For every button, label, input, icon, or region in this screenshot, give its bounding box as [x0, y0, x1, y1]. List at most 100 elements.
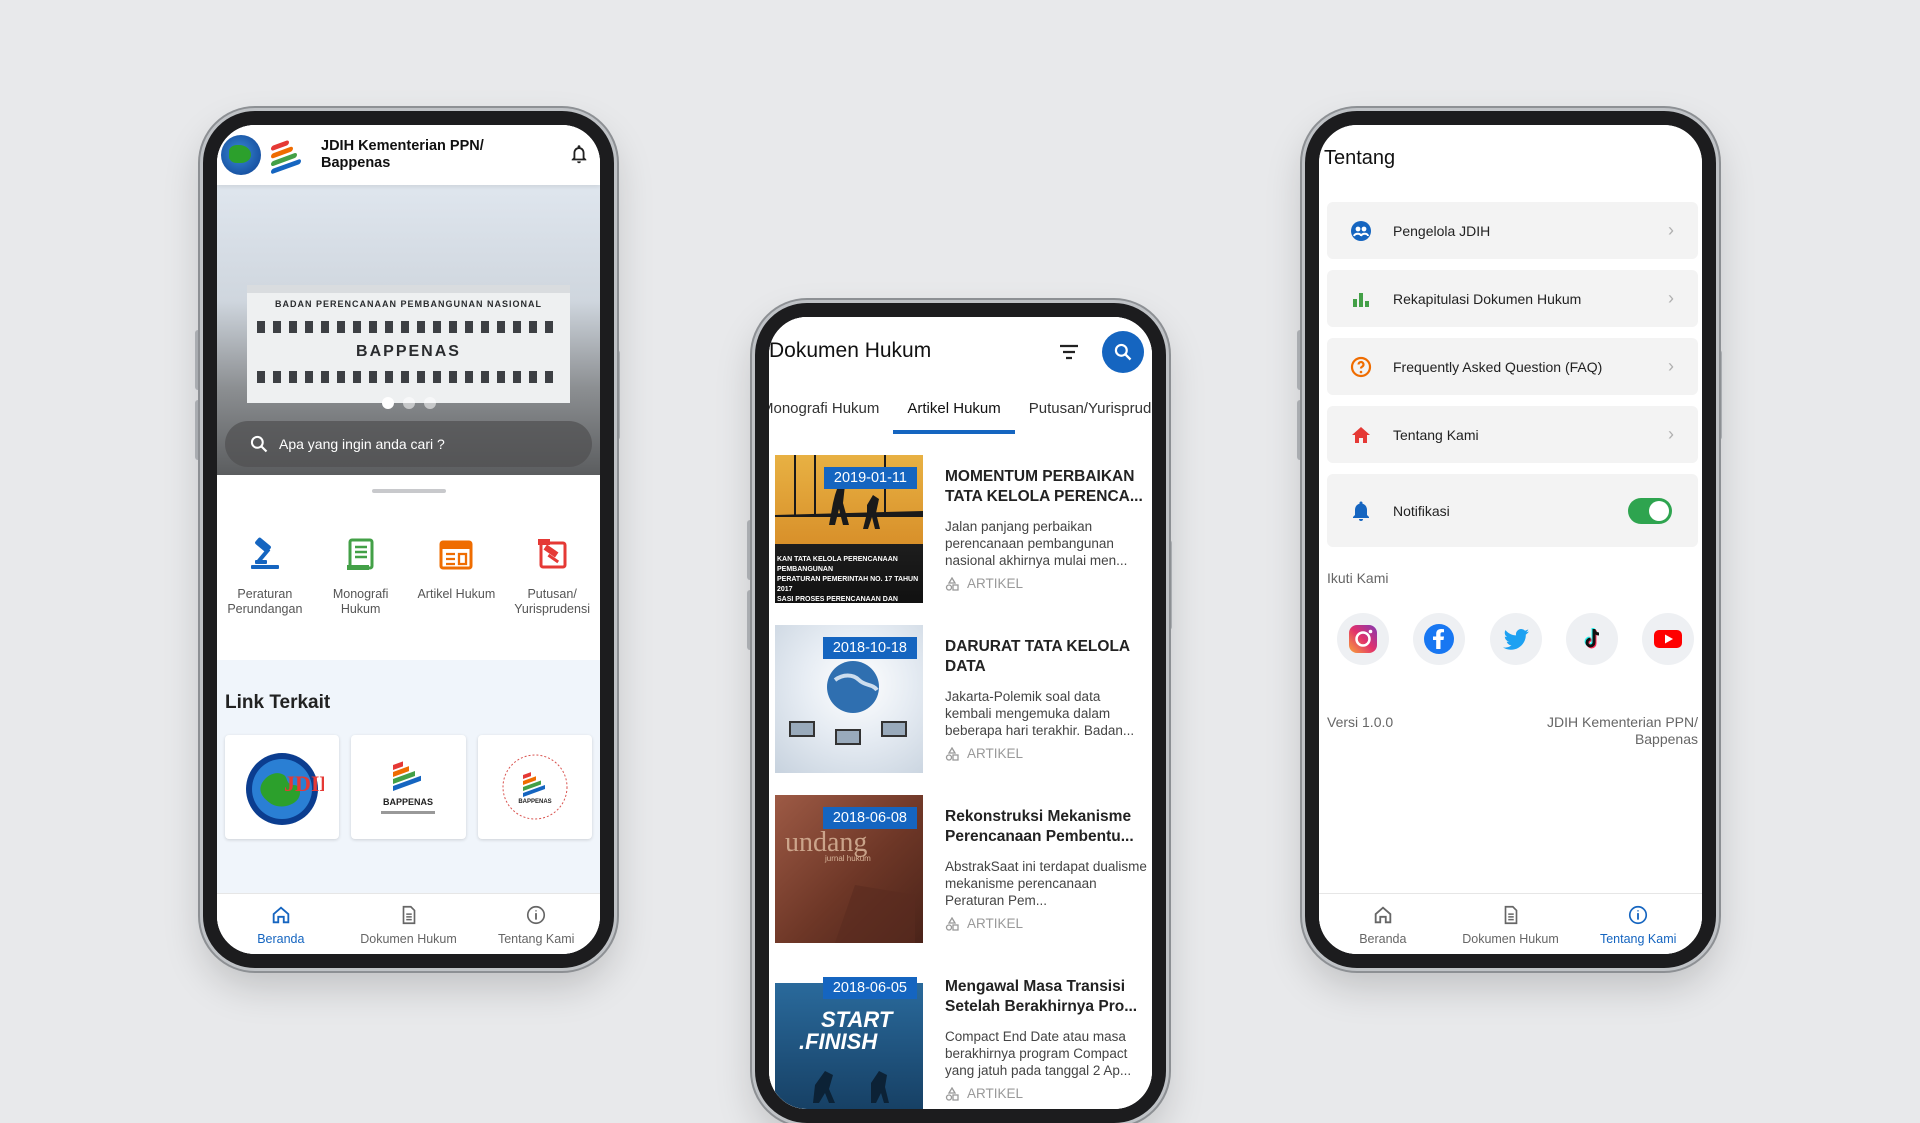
help-icon	[1347, 355, 1375, 379]
article-tag: ARTIKEL	[945, 576, 1023, 591]
category-label: Peraturan Perundangan	[227, 587, 303, 616]
bell-icon[interactable]	[568, 142, 590, 171]
menu-label: Rekapitulasi Dokumen Hukum	[1393, 290, 1582, 307]
shapes-icon	[945, 1086, 959, 1101]
phone-home: JDIH Kementerian PPN/ Bappenas BADAN PER…	[203, 111, 614, 968]
nav-label: Beranda	[257, 932, 305, 946]
link-card-jdih[interactable]: JDIH	[225, 735, 340, 839]
nav-tentang[interactable]: Tentang Kami	[1574, 894, 1702, 954]
carousel-dot[interactable]	[402, 397, 415, 409]
nav-tentang[interactable]: Tentang Kami	[472, 894, 600, 954]
home-icon	[1374, 906, 1392, 924]
article-title: MOMENTUM PERBAIKAN TATA KELOLA PERENCA..…	[945, 468, 1143, 505]
svg-text:.FINISH: .FINISH	[799, 1029, 878, 1054]
menu-label: Frequently Asked Question (FAQ)	[1393, 358, 1603, 375]
page-title: Dokumen Hukum	[769, 339, 932, 362]
chevron-right-icon: ›	[1668, 424, 1674, 444]
search-icon	[250, 435, 268, 453]
chevron-right-icon: ›	[1668, 220, 1674, 240]
date-badge: 2018-06-05	[822, 977, 917, 999]
article-thumbnail: undang jurnal hukum 2018-06-08	[775, 795, 923, 943]
doc-tabs: Monografi Hukum Artikel Hukum Putusan/Yu…	[769, 392, 1152, 434]
notification-toggle[interactable]	[1628, 497, 1672, 524]
svg-text:BAPPENAS: BAPPENAS	[518, 799, 551, 805]
instagram-icon[interactable]	[1337, 613, 1389, 665]
article-tag: ARTIKEL	[945, 1086, 1023, 1101]
search-button[interactable]	[1102, 331, 1144, 373]
category-artikel[interactable]: Artikel Hukum	[410, 535, 502, 617]
gavel-icon	[245, 535, 285, 575]
info-icon	[1629, 905, 1648, 925]
link-card-jdih-bappenas[interactable]: BAPPENAS	[477, 735, 592, 839]
building-top-text: BADAN PERENCANAAN PEMBANGUNAN NASIONAL	[274, 299, 542, 309]
menu-notifikasi: Notifikasi	[1327, 474, 1698, 547]
hammer-icon	[532, 535, 572, 575]
category-label: Putusan/ Yurisprudensi	[514, 587, 590, 616]
facebook-icon[interactable]	[1413, 613, 1466, 665]
menu-tentang-kami[interactable]: Tentang Kami ›	[1327, 406, 1698, 463]
page-title: Tentang	[1324, 147, 1396, 169]
tab-artikel[interactable]: Artikel Hukum	[893, 392, 1016, 434]
category-putusan[interactable]: Putusan/ Yurisprudensi	[506, 535, 598, 617]
nav-dokumen[interactable]: Dokumen Hukum	[1447, 894, 1575, 954]
category-peraturan[interactable]: Peraturan Perundangan	[219, 535, 311, 617]
jdih-logo-icon: JDIH	[246, 753, 324, 825]
org-name: JDIH Kementerian PPN/ Bappenas	[1547, 714, 1698, 747]
bottom-nav: Beranda Dokumen Hukum Tentang Kami	[217, 893, 600, 954]
drag-handle[interactable]	[371, 489, 446, 493]
phone-about: Tentang Pengelola JDIH › Rekapitulasi Do…	[1305, 111, 1716, 968]
carousel-dot[interactable]	[381, 397, 394, 409]
related-links: Link Terkait JDIH BAPPENAS BAPPENAS	[217, 660, 600, 900]
nav-beranda[interactable]: Beranda	[217, 894, 345, 954]
category-grid: Peraturan Perundangan Monografi Hukum Ar…	[217, 535, 600, 617]
date-badge: 2019-01-11	[823, 467, 917, 489]
bell-icon	[1347, 499, 1375, 523]
filter-icon[interactable]	[1058, 343, 1080, 366]
docs-header: Dokumen Hukum Monografi Hukum Artikel Hu…	[769, 317, 1152, 437]
chevron-right-icon: ›	[1668, 288, 1674, 308]
article-thumbnail: KAN TATA KELOLA PERENCANAAN PEMBANGUNAN P…	[775, 455, 923, 603]
category-monografi[interactable]: Monografi Hukum	[315, 535, 407, 617]
search-icon	[1114, 343, 1132, 361]
list-item[interactable]: undang jurnal hukum 2018-06-08 Rekonstruk…	[769, 777, 1152, 947]
youtube-icon[interactable]	[1642, 613, 1694, 665]
article-title: Mengawal Masa Transisi Setelah Berakhirn…	[945, 978, 1138, 1015]
menu-pengelola[interactable]: Pengelola JDIH ›	[1327, 202, 1698, 259]
article-desc: Jalan panjang perbaikan perencanaan pemb…	[945, 519, 1128, 568]
article-thumbnail: 2018-10-18	[775, 625, 923, 773]
article-desc: Jakarta-Polemik soal data kembali mengem…	[945, 689, 1135, 738]
date-badge: 2018-10-18	[822, 637, 917, 659]
link-card-bappenas[interactable]: BAPPENAS	[351, 735, 466, 839]
article-tag: ARTIKEL	[945, 916, 1023, 931]
hero-banner[interactable]: BADAN PERENCANAAN PEMBANGUNAN NASIONAL B…	[217, 185, 600, 475]
date-badge: 2018-06-08	[822, 807, 917, 829]
nav-dokumen[interactable]: Dokumen Hukum	[345, 894, 473, 954]
search-bar[interactable]: Apa yang ingin anda cari ?	[225, 421, 592, 467]
document-icon	[402, 905, 415, 925]
article-thumbnail: START .FINISH 2018-06-05	[775, 965, 923, 1109]
svg-text:BAPPENAS: BAPPENAS	[383, 797, 433, 807]
section-title: Link Terkait	[225, 692, 331, 713]
carousel-dot[interactable]	[423, 397, 436, 409]
list-item[interactable]: KAN TATA KELOLA PERENCANAAN PEMBANGUNAN P…	[769, 437, 1152, 607]
jdih-bappenas-logo-icon: BAPPENAS	[502, 754, 568, 820]
menu-faq[interactable]: Frequently Asked Question (FAQ) ›	[1327, 338, 1698, 395]
jdih-logo-icon	[221, 135, 261, 175]
phone-documents: Dokumen Hukum Monografi Hukum Artikel Hu…	[755, 303, 1166, 1123]
app-title: JDIH Kementerian PPN/ Bappenas	[321, 138, 484, 171]
nav-label: Dokumen Hukum	[1462, 932, 1559, 946]
list-item[interactable]: 2018-10-18 DARURAT TATA KELOLA DATA Jaka…	[769, 607, 1152, 777]
menu-label: Notifikasi	[1393, 502, 1450, 519]
tiktok-icon[interactable]	[1565, 613, 1618, 665]
tab-putusan[interactable]: Putusan/Yurisprudensi	[1015, 392, 1152, 434]
nav-beranda[interactable]: Beranda	[1319, 894, 1447, 954]
tab-monografi[interactable]: Monografi Hukum	[769, 392, 893, 434]
list-item[interactable]: START .FINISH 2018-06-05 Mengawal Masa Tr…	[769, 947, 1152, 1109]
menu-rekapitulasi[interactable]: Rekapitulasi Dokumen Hukum ›	[1327, 270, 1698, 327]
category-label: Artikel Hukum	[417, 587, 496, 601]
home-icon	[272, 906, 290, 924]
follow-label: Ikuti Kami	[1327, 570, 1389, 586]
carousel-dots[interactable]	[217, 397, 600, 409]
twitter-icon[interactable]	[1489, 613, 1542, 665]
article-title: DARURAT TATA KELOLA DATA	[945, 638, 1130, 675]
